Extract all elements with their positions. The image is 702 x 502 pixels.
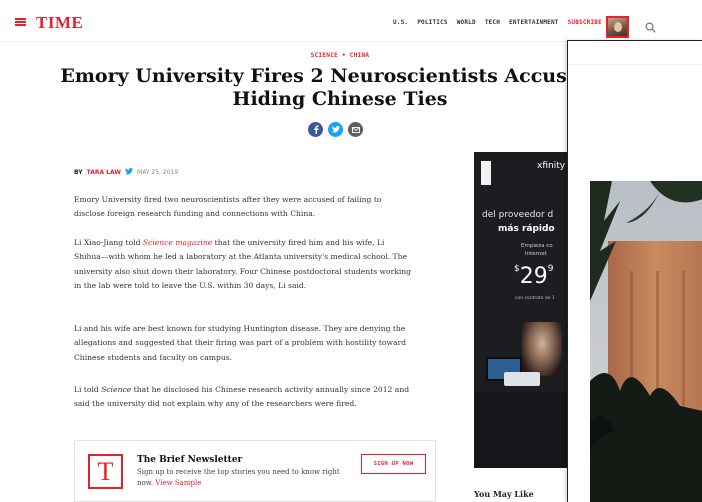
email-share-icon[interactable] (348, 122, 363, 137)
article-paragraph-2: Li Xiao-Jiang told Science magazine that… (74, 238, 412, 290)
newsletter-title: The Brief Newsletter (137, 455, 243, 465)
newsletter-signup-box: T The Brief Newsletter Sign up to receiv… (74, 440, 436, 502)
twitter-icon[interactable] (125, 168, 134, 177)
ad-dark-panel (474, 392, 568, 468)
search-icon[interactable] (645, 18, 656, 33)
you-may-like-heading: You May Like (474, 489, 534, 499)
top-navigation-bar: TIME U.S. POLITICS WORLD TECH ENTERTAINM… (0, 0, 702, 42)
brief-newsletter-logo: T (88, 454, 123, 489)
overlay-window-header (568, 41, 702, 65)
ad-text-line-2: más rápido (498, 224, 555, 234)
article-byline: BY TARA LAW MAY 25, 2019 (74, 168, 178, 177)
nav-item-entertainment[interactable]: ENTERTAINMENT (509, 19, 559, 26)
time-logo[interactable]: TIME (36, 13, 83, 33)
ad-model-photo (522, 322, 562, 376)
newsletter-description: Sign up to receive the top stories you n… (137, 468, 340, 487)
byline-prefix: BY (74, 169, 83, 176)
nav-item-us[interactable]: U.S. (393, 19, 408, 26)
magazine-cover-thumbnail[interactable] (606, 16, 629, 38)
publish-date: MAY 25, 2019 (137, 169, 179, 176)
ad-brand-logo: xfinity (537, 161, 566, 171)
nav-item-world[interactable]: WORLD (457, 19, 476, 26)
overlapping-browser-window[interactable] (567, 40, 702, 502)
ad-text-line-3: Empieza co (521, 243, 553, 249)
ad-price: $299 (514, 264, 554, 289)
ad-text-line-1: del proveedor d (482, 210, 554, 220)
article-paragraph-1: Emory University fired two neuroscientis… (74, 195, 382, 219)
article-paragraph-4: Li told Science that he disclosed his Ch… (74, 385, 410, 409)
article-paragraph-3: Li and his wife are best known for study… (74, 324, 406, 362)
nav-item-politics[interactable]: POLITICS (417, 19, 448, 26)
science-magazine-link[interactable]: Science magazine (143, 238, 212, 247)
facebook-share-icon[interactable] (308, 122, 323, 137)
sign-up-now-button[interactable]: SIGN UP NOW (361, 454, 426, 474)
twitter-share-icon[interactable] (328, 122, 343, 137)
xfinity-advertisement[interactable]: xfinity del proveedor d más rápido Empie… (474, 152, 568, 468)
building-photo (590, 181, 702, 502)
menu-icon[interactable] (15, 18, 26, 26)
ad-contract-note: con contrato de 1 (515, 296, 555, 301)
section-nav: U.S. POLITICS WORLD TECH ENTERTAINMENT S… (393, 19, 602, 26)
share-buttons (308, 122, 363, 137)
view-sample-link[interactable]: View Sample (155, 479, 201, 487)
article-headline: Emory University Fires 2 Neuroscientists… (60, 65, 620, 110)
subscribe-link[interactable]: SUBSCRIBE (568, 19, 602, 26)
author-link[interactable]: TARA LAW (87, 169, 121, 176)
ad-remote-image (504, 372, 540, 386)
nav-item-tech[interactable]: TECH (485, 19, 500, 26)
ad-text-line-4: Internet (525, 251, 547, 257)
ad-white-strip (481, 161, 491, 185)
